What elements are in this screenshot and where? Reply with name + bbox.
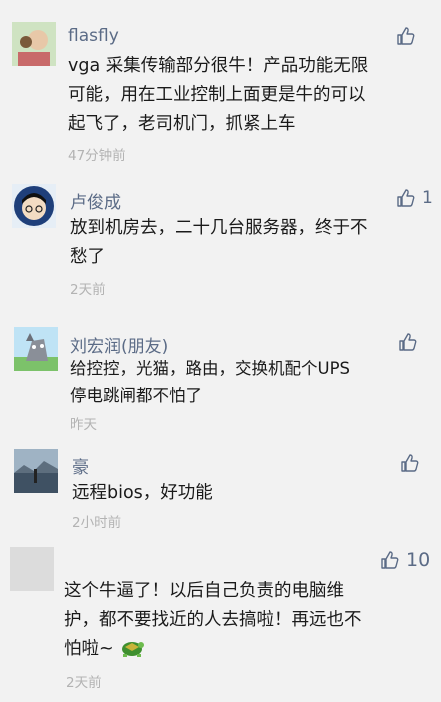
like-button[interactable]: [398, 332, 424, 352]
comment-text: 放到机房去，二十几台服务器，终于不 愁了: [70, 218, 368, 267]
comment-item: 10 这个牛逼了！以后自己负责的电脑维 护，都不要找近的人去搞啦！再远也不 怕啦…: [0, 535, 441, 702]
comment-text-body: 这个牛逼了！以后自己负责的电脑维 护，都不要找近的人去搞啦！再远也不 怕啦~: [64, 581, 362, 659]
avatar[interactable]: [14, 449, 58, 493]
commenter-name[interactable]: flasfly: [68, 26, 119, 46]
avatar[interactable]: [14, 327, 58, 371]
comment-time: 2天前: [70, 282, 106, 298]
comment-item: 刘宏润(朋友) 给控控，光猫，路由，交换机配个UPS 停电跳闸都不怕了 昨天: [0, 305, 441, 435]
comment-text: 远程bios，好功能: [72, 483, 213, 503]
avatar[interactable]: [12, 22, 56, 66]
comment-item: 豪 远程bios，好功能 2小时前: [0, 435, 441, 535]
comment-text: 给控控，光猫，路由，交换机配个UPS 停电跳闸都不怕了: [70, 359, 351, 405]
like-button[interactable]: 10: [380, 549, 430, 571]
comment-text: vga 采集传输部分很牛！产品功能无限 可能，用在工业控制上面更是牛的可以 起飞…: [68, 56, 369, 134]
like-button[interactable]: [396, 26, 422, 46]
commenter-name[interactable]: 刘宏润(朋友): [70, 332, 168, 357]
turtle-emoji: [122, 642, 145, 657]
like-count: 10: [406, 549, 431, 571]
thumbs-up-icon: [399, 333, 417, 351]
comment-item: 卢俊成 1 放到机房去，二十几台服务器，终于不 愁了 2天前: [0, 170, 441, 305]
comment-time: 2天前: [66, 675, 102, 691]
like-button[interactable]: [400, 453, 426, 473]
comment-text: 这个牛逼了！以后自己负责的电脑维 护，都不要找近的人去搞啦！再远也不 怕啦~: [64, 577, 434, 664]
comment-item: flasfly vga 采集传输部分很牛！产品功能无限 可能，用在工业控制上面更…: [0, 0, 441, 170]
comment-time: 昨天: [70, 417, 97, 433]
comment-time: 47分钟前: [68, 148, 126, 164]
avatar[interactable]: [12, 184, 56, 228]
thumbs-up-icon: [397, 189, 415, 207]
comment-time: 2小时前: [72, 515, 122, 531]
commenter-name[interactable]: 卢俊成: [70, 188, 121, 213]
thumbs-up-icon: [397, 27, 415, 45]
like-button[interactable]: 1: [396, 188, 433, 208]
commenter-name[interactable]: 豪: [72, 453, 89, 478]
like-count: 1: [422, 188, 433, 208]
avatar[interactable]: [10, 547, 54, 591]
thumbs-up-icon: [401, 454, 419, 472]
thumbs-up-icon: [381, 551, 399, 569]
